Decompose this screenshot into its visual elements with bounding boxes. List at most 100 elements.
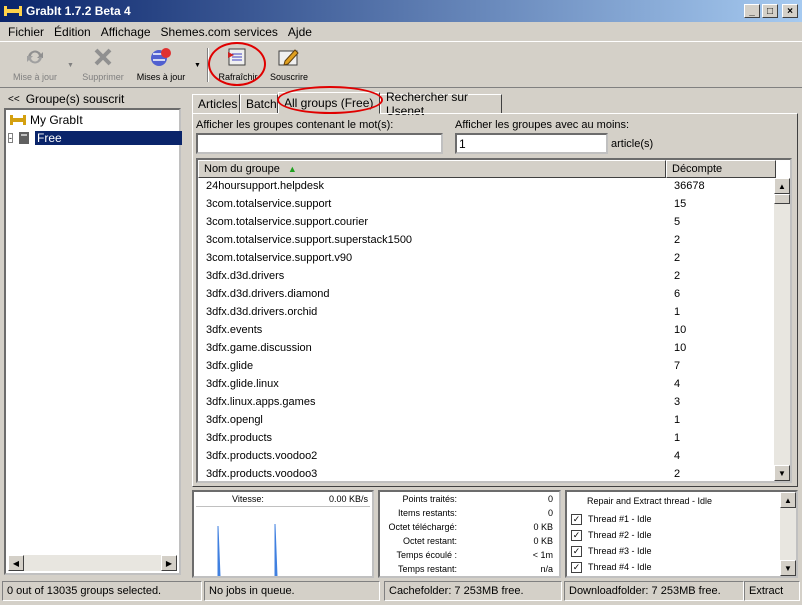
- status-extract: Extract: [744, 581, 800, 601]
- checkbox-checked-icon[interactable]: ✓: [571, 513, 582, 525]
- thread-label: Thread #3 - Idle: [588, 546, 652, 556]
- scroll-right-icon[interactable]: ▶: [161, 555, 177, 571]
- group-name-cell: 3dfx.d3d.drivers: [206, 270, 285, 282]
- mises-a-jour-button[interactable]: Mises à jour: [132, 44, 190, 86]
- scroll-up-icon[interactable]: ▲: [780, 492, 796, 508]
- thread-item[interactable]: ✓ Thread #1 - Idle: [571, 512, 652, 526]
- menu-edition[interactable]: Édition: [49, 25, 96, 39]
- table-row[interactable]: 3com.totalservice.support.courier 5: [198, 214, 776, 232]
- table-row[interactable]: 3dfx.d3d.drivers 2: [198, 268, 776, 286]
- stat-label: Temps écoulé :: [396, 550, 457, 560]
- filter-contains-input[interactable]: [196, 133, 443, 154]
- menu-shemes-services[interactable]: Shemes.com services: [156, 25, 283, 39]
- tab-rechercher-usenet[interactable]: Rechercher sur Usenet: [380, 90, 502, 118]
- highlight-circle-rafraichir: [208, 42, 266, 86]
- group-name-cell: 3dfx.glide.linux: [206, 378, 279, 390]
- tree-horizontal-scrollbar[interactable]: ◀ ▶: [8, 555, 177, 571]
- grabit-logo-icon: [10, 115, 26, 125]
- mise-a-jour-button[interactable]: Mise à jour: [8, 44, 62, 86]
- table-row[interactable]: 3com.totalservice.support 15: [198, 196, 776, 214]
- group-count-cell: 7: [674, 360, 681, 372]
- table-row[interactable]: 3dfx.opengl 1: [198, 412, 776, 430]
- table-row[interactable]: 3dfx.products.voodoo2 4: [198, 448, 776, 466]
- group-count-cell: 36678: [674, 180, 705, 192]
- table-row[interactable]: 3com.totalservice.support.v90 2: [198, 250, 776, 268]
- refresh-arrows-icon: [22, 45, 48, 69]
- title-bar: GrabIt 1.7.2 Beta 4 _ □ ×: [0, 0, 802, 22]
- subscribe-pen-icon: [276, 45, 302, 69]
- menu-affichage[interactable]: Affichage: [96, 25, 156, 39]
- scroll-down-icon[interactable]: ▼: [780, 560, 796, 576]
- maximize-button[interactable]: □: [762, 4, 778, 18]
- scroll-left-icon[interactable]: ◀: [8, 555, 24, 571]
- left-panel-header: << Groupe(s) souscrit: [8, 90, 189, 108]
- mise-a-jour-dropdown-icon[interactable]: ▼: [67, 62, 74, 69]
- table-row[interactable]: 24hoursupport.helpdesk 36678: [198, 178, 776, 196]
- mises-a-jour-dropdown-icon[interactable]: ▼: [194, 62, 201, 69]
- group-name-cell: 3com.totalservice.support.courier: [206, 216, 369, 228]
- stat-label: Temps restant:: [397, 564, 457, 574]
- group-name-cell: 3dfx.products.voodoo2: [206, 450, 318, 462]
- group-count-cell: 1: [674, 432, 681, 444]
- table-row[interactable]: 3dfx.events 10: [198, 322, 776, 340]
- speed-value: 0.00 KB/s: [328, 494, 368, 504]
- scroll-down-icon[interactable]: ▼: [774, 465, 790, 481]
- threads-panel: Repair and Extract thread - Idle ✓ Thread…: [565, 490, 798, 578]
- tree-expander[interactable]: -: [8, 133, 13, 143]
- menu-aide[interactable]: Ajde: [283, 25, 317, 39]
- subscribed-groups-tree[interactable]: My GrabIt - Free ◀ ▶: [4, 108, 182, 575]
- thread-label: Thread #2 - Idle: [588, 530, 652, 540]
- group-name-cell: 3dfx.linux.apps.games: [206, 396, 316, 408]
- supprimer-button[interactable]: Supprimer: [78, 44, 128, 86]
- tree-node-mygrabit[interactable]: My GrabIt: [10, 111, 83, 129]
- menu-bar: Fichier Édition Affichage Shemes.com ser…: [0, 22, 802, 42]
- checkbox-checked-icon[interactable]: ✓: [571, 561, 582, 573]
- group-count-cell: 5: [674, 216, 681, 228]
- filter-atleast-label: Afficher les groupes avec au moins:: [455, 119, 630, 131]
- scroll-up-icon[interactable]: ▲: [774, 178, 790, 194]
- table-row[interactable]: 3dfx.glide 7: [198, 358, 776, 376]
- table-row[interactable]: 3dfx.game.discussion 10: [198, 340, 776, 358]
- menu-fichier[interactable]: Fichier: [0, 25, 49, 39]
- groups-list[interactable]: Nom du groupe ▲ Décompte 24hoursupport.h…: [196, 158, 792, 483]
- group-count-cell: 3: [674, 396, 681, 408]
- thread-item[interactable]: ✓ Thread #2 - Idle: [571, 528, 652, 542]
- close-button[interactable]: ×: [782, 4, 798, 18]
- stat-label: Octet téléchargé:: [388, 522, 457, 532]
- window-title: GrabIt 1.7.2 Beta 4: [26, 4, 131, 18]
- group-name-cell: 3dfx.d3d.drivers.orchid: [206, 306, 318, 318]
- minimize-button[interactable]: _: [744, 4, 760, 18]
- filter-atleast-input[interactable]: 1: [455, 133, 608, 154]
- table-row[interactable]: 3dfx.d3d.drivers.orchid 1: [198, 304, 776, 322]
- thread-label: Thread #4 - Idle: [588, 562, 652, 572]
- checkbox-checked-icon[interactable]: ✓: [571, 529, 582, 541]
- group-name-cell: 3com.totalservice.support.v90: [206, 252, 353, 264]
- column-header-decompte[interactable]: Décompte: [666, 160, 776, 178]
- column-header-nom[interactable]: Nom du groupe ▲: [198, 160, 666, 178]
- stats-panel: Points traités: 0 Items restants: 0 Octet té…: [378, 490, 561, 578]
- collapse-panel-button[interactable]: <<: [8, 94, 20, 105]
- table-row[interactable]: 3dfx.products 1: [198, 430, 776, 448]
- stat-value: 0 KB: [533, 522, 553, 532]
- table-row[interactable]: 3dfx.products.voodoo3 2: [198, 466, 776, 481]
- tab-articles[interactable]: Articles: [192, 94, 240, 114]
- tree-node-free[interactable]: - Free: [6, 129, 182, 147]
- checkbox-checked-icon[interactable]: ✓: [571, 545, 582, 557]
- speed-label: Vitesse:: [232, 494, 264, 504]
- thread-item[interactable]: ✓ Thread #4 - Idle: [571, 560, 652, 574]
- stat-value: 0: [547, 508, 553, 518]
- table-row[interactable]: 3dfx.glide.linux 4: [198, 376, 776, 394]
- scroll-thumb[interactable]: [774, 194, 790, 204]
- list-vertical-scrollbar[interactable]: ▲ ▼: [774, 178, 790, 481]
- souscrire-button[interactable]: Souscrire: [266, 44, 312, 86]
- thread-item[interactable]: ✓ Thread #3 - Idle: [571, 544, 652, 558]
- table-row[interactable]: 3dfx.d3d.drivers.diamond 6: [198, 286, 776, 304]
- status-cache: Cachefolder: 7 253MB free.: [384, 581, 562, 601]
- table-row[interactable]: 3com.totalservice.support.superstack1500…: [198, 232, 776, 250]
- group-name-cell: 3dfx.products: [206, 432, 273, 444]
- group-count-cell: 1: [674, 306, 681, 318]
- threads-vertical-scrollbar[interactable]: ▲ ▼: [780, 492, 796, 576]
- table-row[interactable]: 3dfx.linux.apps.games 3: [198, 394, 776, 412]
- tab-batch[interactable]: Batch: [240, 94, 278, 114]
- group-name-cell: 3com.totalservice.support: [206, 198, 332, 210]
